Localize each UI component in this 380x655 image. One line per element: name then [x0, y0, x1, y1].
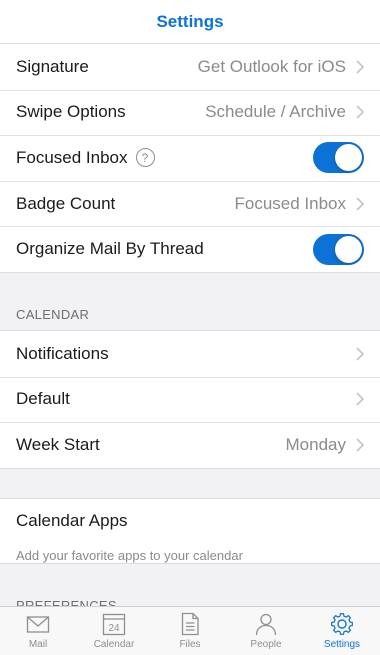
calendar-icon: 24 — [102, 613, 126, 636]
organize-thread-label: Organize Mail By Thread — [16, 239, 204, 259]
focused-inbox-toggle[interactable] — [313, 142, 364, 174]
notifications-label: Notifications — [16, 343, 109, 363]
mail-icon — [26, 616, 50, 633]
tab-bar: Mail 24 Calendar Files People Settings — [0, 606, 380, 655]
badge-count-row[interactable]: Badge Count Focused Inbox — [0, 180, 380, 227]
preferences-section-header: PREFERENCES — [16, 597, 117, 606]
chevron-right-icon — [356, 347, 364, 361]
signature-value: Get Outlook for iOS — [197, 56, 346, 76]
focused-inbox-label-wrap: Focused Inbox ? — [16, 148, 313, 168]
mail-settings-group: Signature Get Outlook for iOS Swipe Opti… — [0, 44, 380, 273]
chevron-right-icon — [356, 438, 364, 452]
page-title: Settings — [156, 11, 224, 31]
tab-files[interactable]: Files — [152, 607, 228, 655]
tab-calendar[interactable]: 24 Calendar — [76, 607, 152, 655]
organize-thread-toggle[interactable] — [313, 233, 364, 265]
badge-count-label: Badge Count — [16, 193, 116, 213]
badge-count-value: Focused Inbox — [234, 193, 346, 213]
notifications-row[interactable]: Notifications — [0, 331, 380, 377]
swipe-options-value: Schedule / Archive — [205, 102, 346, 122]
help-icon[interactable]: ? — [135, 148, 155, 168]
focused-inbox-label: Focused Inbox — [16, 147, 128, 167]
calendar-settings-group: Notifications Default Week Start Monday — [0, 329, 380, 469]
swipe-options-label: Swipe Options — [16, 102, 126, 122]
tab-calendar-label: Calendar — [93, 639, 135, 650]
tab-mail-label: Mail — [28, 639, 48, 650]
focused-inbox-row: Focused Inbox ? — [0, 135, 380, 181]
calendar-apps-row[interactable]: Calendar Apps Add your favorite apps to … — [0, 499, 380, 563]
calendar-apps-subtitle: Add your favorite apps to your calendar — [16, 547, 243, 563]
chevron-right-icon — [356, 105, 364, 119]
tab-people-label: People — [250, 639, 282, 650]
files-icon — [181, 612, 199, 636]
chevron-right-icon — [356, 197, 364, 211]
tab-mail[interactable]: Mail — [0, 607, 76, 655]
nav-bar: Settings — [0, 0, 380, 44]
signature-row[interactable]: Signature Get Outlook for iOS — [0, 44, 380, 90]
organize-thread-row: Organize Mail By Thread — [0, 226, 380, 272]
default-calendar-row[interactable]: Default — [0, 376, 380, 423]
week-start-label: Week Start — [16, 434, 100, 454]
chevron-right-icon — [356, 392, 364, 406]
calendar-section-header: CALENDAR — [16, 306, 90, 322]
gear-icon — [331, 613, 353, 635]
toggle-knob — [335, 144, 362, 172]
calendar-day-number: 24 — [108, 623, 120, 634]
tab-settings-label: Settings — [323, 639, 361, 650]
people-icon — [255, 613, 277, 636]
tab-people[interactable]: People — [228, 607, 304, 655]
toggle-knob — [335, 235, 362, 263]
settings-list[interactable]: Signature Get Outlook for iOS Swipe Opti… — [0, 44, 380, 606]
chevron-right-icon — [356, 60, 364, 74]
tab-settings[interactable]: Settings — [304, 607, 380, 655]
calendar-apps-group: Calendar Apps Add your favorite apps to … — [0, 497, 380, 564]
swipe-options-row[interactable]: Swipe Options Schedule / Archive — [0, 89, 380, 136]
week-start-value: Monday — [285, 434, 346, 454]
tab-files-label: Files — [179, 639, 201, 650]
default-calendar-label: Default — [16, 389, 70, 409]
calendar-apps-label: Calendar Apps — [16, 510, 128, 530]
signature-label: Signature — [16, 56, 89, 76]
week-start-row[interactable]: Week Start Monday — [0, 422, 380, 468]
